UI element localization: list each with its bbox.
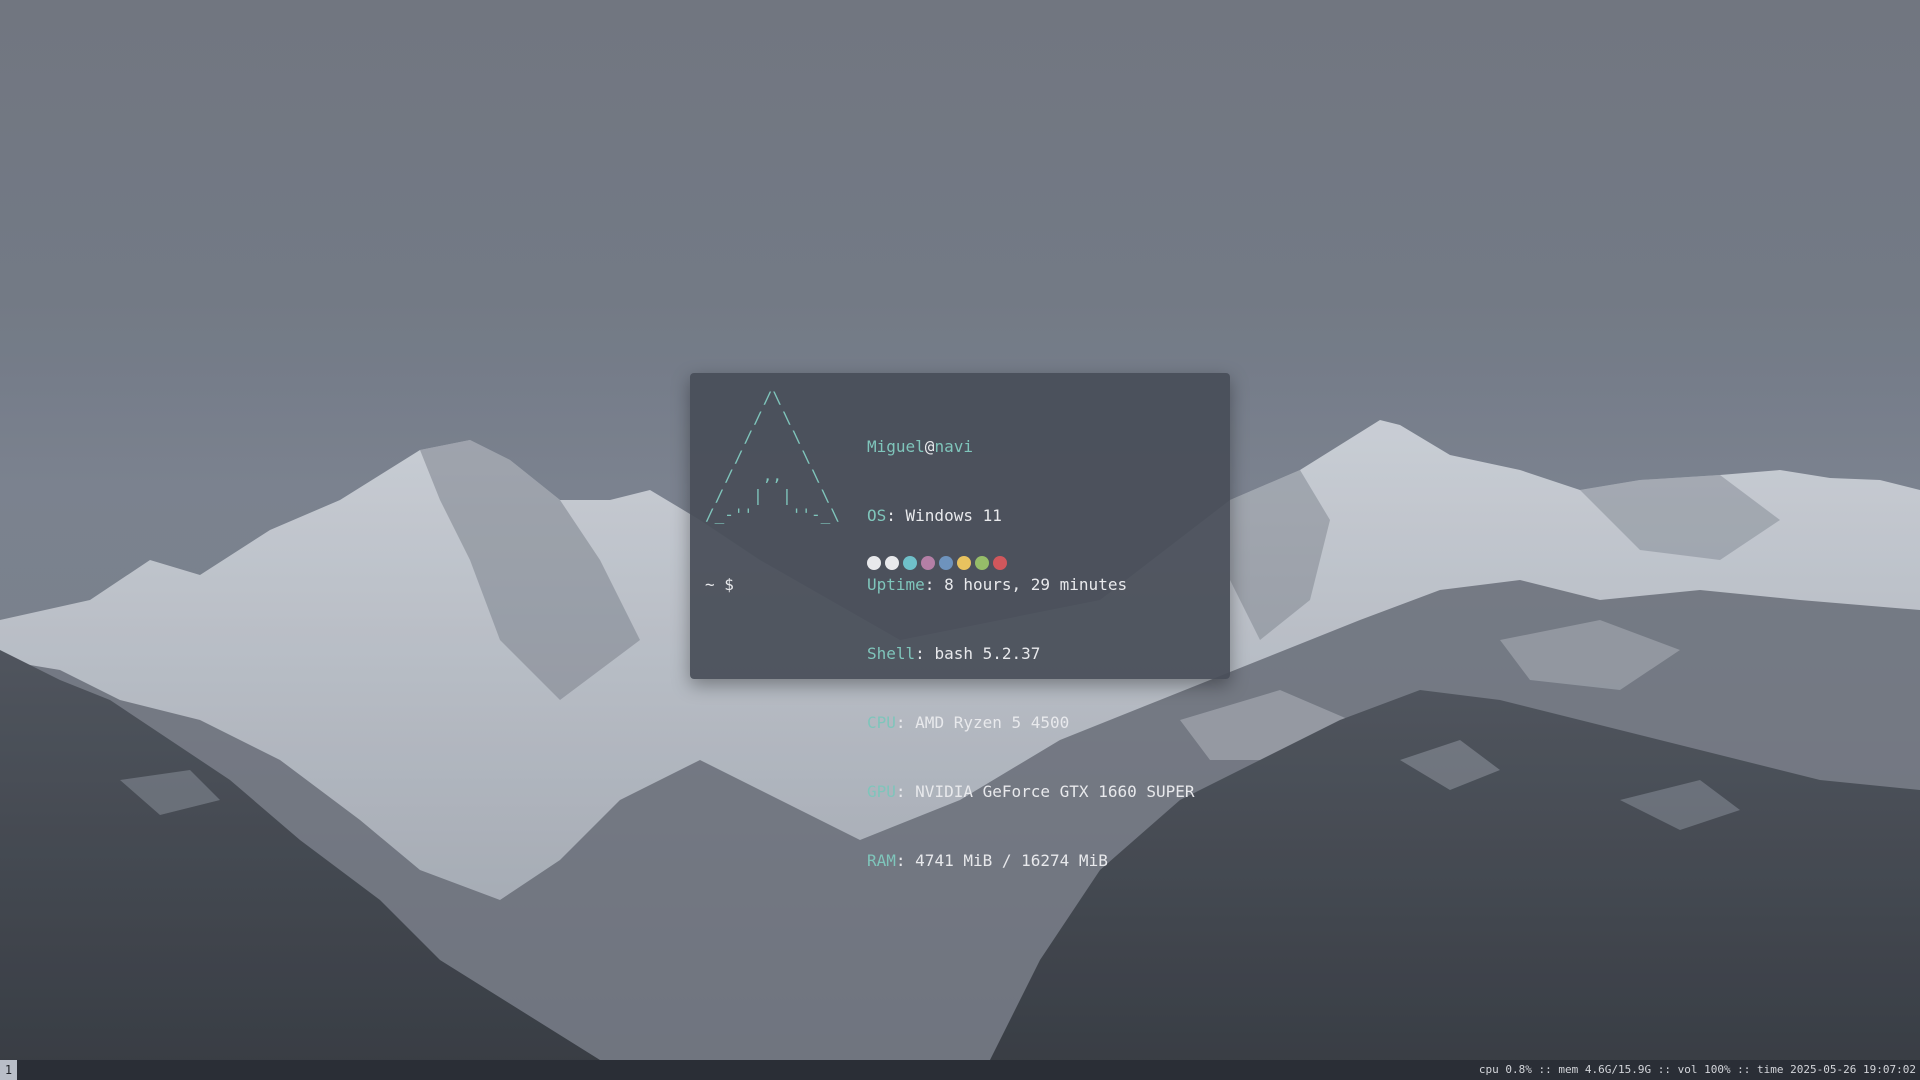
info-value: NVIDIA GeForce GTX 1660 SUPER [915,782,1195,801]
username: Miguel [867,437,925,456]
info-key: OS [867,506,887,525]
info-key: GPU [867,782,896,801]
info-separator: : [895,713,916,732]
terminal-window[interactable]: /\ / \ / \ / \ / ,, \ / | | \ /_-'' ''-_… [690,373,1230,870]
distro-ascii-logo: /\ / \ / \ / \ / ,, \ / | | \ /_-'' ''-_… [705,388,840,524]
info-separator: : [886,506,906,525]
color-palette [867,556,1007,572]
info-cpu: CPU: AMD Ryzen 5 4500 [867,711,1195,734]
info-key: RAM [867,851,896,870]
info-value: AMD Ryzen 5 4500 [915,713,1070,732]
info-shell: Shell: bash 5.2.37 [867,642,1195,665]
system-info: Miguel@navi OS: Windows 11 Uptime: 8 hou… [867,389,1195,918]
info-os: OS: Windows 11 [867,504,1195,527]
at-sign: @ [924,437,935,456]
shell-prompt[interactable]: ~ $ [705,573,734,596]
system-status-text: cpu 0.8% :: mem 4.6G/15.9G :: vol 100% :… [1478,1063,1916,1076]
info-value: Windows 11 [905,506,1002,525]
hostname: navi [934,437,973,456]
workspace-button[interactable]: 1 [0,1060,17,1080]
color-swatch [993,556,1007,570]
color-swatch [885,556,899,570]
info-uptime: Uptime: 8 hours, 29 minutes [867,573,1195,596]
info-value: bash 5.2.37 [934,644,1041,663]
info-key: CPU [867,713,896,732]
info-separator: : [895,851,916,870]
info-gpu: GPU: NVIDIA GeForce GTX 1660 SUPER [867,780,1195,803]
info-key: Uptime [867,575,925,594]
color-swatch [957,556,971,570]
info-ram: RAM: 4741 MiB / 16274 MiB [867,849,1195,872]
desktop: /\ / \ / \ / \ / ,, \ / | | \ /_-'' ''-_… [0,0,1920,1080]
status-bar: 1 cpu 0.8% :: mem 4.6G/15.9G :: vol 100%… [0,1060,1920,1080]
color-swatch [867,556,881,570]
color-swatch [903,556,917,570]
info-separator: : [895,782,916,801]
info-value: 4741 MiB / 16274 MiB [915,851,1108,870]
info-separator: : [915,644,935,663]
color-swatch [975,556,989,570]
user-host-line: Miguel@navi [867,435,1195,458]
info-key: Shell [867,644,916,663]
info-separator: : [924,575,945,594]
color-swatch [921,556,935,570]
color-swatch [939,556,953,570]
info-value: 8 hours, 29 minutes [944,575,1128,594]
